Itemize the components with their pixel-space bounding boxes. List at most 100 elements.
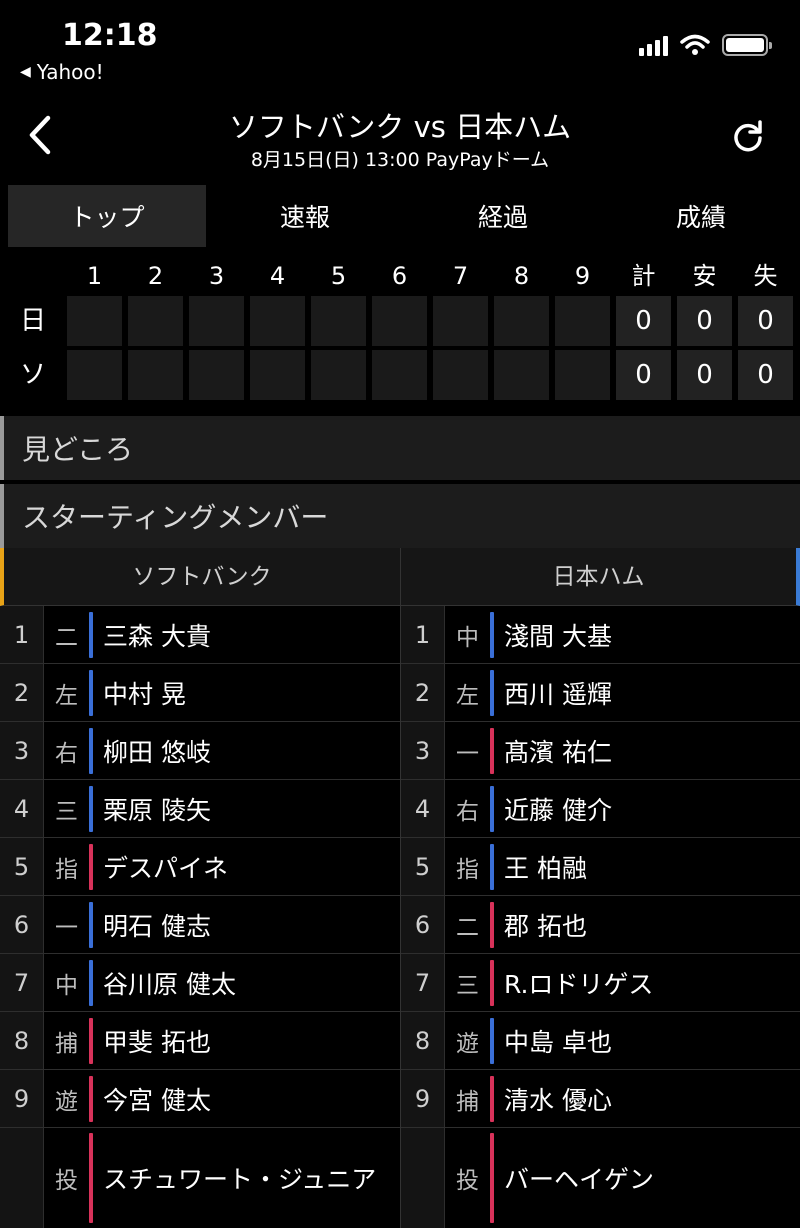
player-row[interactable]: 5 指デスパイネ — [0, 838, 400, 896]
player-row[interactable]: 8 遊中島 卓也 — [401, 1012, 800, 1070]
player-name[interactable]: 王 柏融 — [504, 838, 587, 895]
scoreboard-header-cell: 6 — [391, 262, 408, 290]
scoreboard-team-label: ソ — [19, 360, 46, 390]
scoreboard-inning-cell — [372, 350, 427, 400]
player-name[interactable]: 甲斐 拓也 — [103, 1012, 211, 1069]
player-row[interactable]: 1 二三森 大貴 — [0, 606, 400, 664]
cellular-signal-icon — [639, 34, 668, 56]
handedness-indicator — [89, 612, 93, 658]
player-name[interactable]: 三森 大貴 — [103, 606, 211, 663]
handedness-indicator — [89, 728, 93, 774]
player-row[interactable]: 7 中谷川原 健太 — [0, 954, 400, 1012]
player-row[interactable]: 2 左西川 遥輝 — [401, 664, 800, 722]
player-name[interactable]: R.ロドリゲス — [504, 954, 653, 1011]
player-position: 一 — [55, 914, 78, 941]
handedness-indicator — [490, 902, 494, 948]
player-name[interactable]: 清水 優心 — [504, 1070, 612, 1127]
highlights-section[interactable]: 見どころ — [0, 416, 800, 480]
starting-pitcher-row[interactable]: 投バーヘイゲン — [401, 1128, 800, 1228]
player-name[interactable]: デスパイネ — [103, 838, 228, 895]
player-row[interactable]: 3 一髙濱 祐仁 — [401, 722, 800, 780]
scoreboard-total-cell: 0 — [677, 296, 732, 346]
scoreboard-inning-cell — [555, 350, 610, 400]
handedness-indicator — [490, 1133, 494, 1223]
batting-order: 4 — [401, 780, 445, 837]
game-info: 8月15日(日) 13:00 PayPayドーム — [250, 149, 550, 171]
scoreboard-inning-cell — [250, 296, 305, 346]
status-bar: 12:18 ◀ Yahoo! — [0, 0, 800, 90]
player-row[interactable]: 9 遊今宮 健太 — [0, 1070, 400, 1128]
player-name[interactable]: 淺間 大基 — [504, 606, 612, 663]
player-name[interactable]: 栗原 陵矢 — [103, 780, 211, 837]
scoreboard-inning-cell — [433, 296, 488, 346]
player-row[interactable]: 6 一明石 健志 — [0, 896, 400, 954]
tab-progress[interactable]: 経過 — [404, 185, 602, 247]
player-position: 三 — [456, 972, 479, 999]
player-name[interactable]: 髙濱 祐仁 — [504, 722, 612, 779]
player-row[interactable]: 1 中淺間 大基 — [401, 606, 800, 664]
player-name[interactable]: 柳田 悠岐 — [103, 722, 211, 779]
player-row[interactable]: 7 三 R.ロドリゲス — [401, 954, 800, 1012]
handedness-indicator — [89, 844, 93, 890]
batting-order — [401, 1128, 445, 1228]
batting-order: 2 — [401, 664, 445, 721]
scoreboard-team-label: 日 — [19, 306, 46, 336]
handedness-indicator — [89, 1018, 93, 1064]
player-row[interactable]: 9 捕清水 優心 — [401, 1070, 800, 1128]
handedness-indicator — [490, 786, 494, 832]
handedness-indicator — [490, 670, 494, 716]
scoreboard-inning-cell — [128, 350, 183, 400]
player-row[interactable]: 4 右近藤 健介 — [401, 780, 800, 838]
player-row[interactable]: 5指王 柏融 — [401, 838, 800, 896]
scoreboard-inning-cell — [67, 296, 122, 346]
scoreboard-inning-cell — [372, 296, 427, 346]
batting-order — [0, 1128, 44, 1228]
player-name[interactable]: 郡 拓也 — [504, 896, 587, 953]
scoreboard-header-cell: 1 — [86, 262, 103, 290]
tab-live[interactable]: 速報 — [206, 185, 404, 247]
back-to-app-link[interactable]: ◀ Yahoo! — [20, 60, 104, 84]
player-position: 右 — [456, 798, 479, 825]
starting-lineup-section[interactable]: スターティングメンバー — [0, 484, 800, 548]
pitcher-name[interactable]: バーヘイゲン — [504, 1128, 654, 1228]
batting-order: 3 — [401, 722, 445, 779]
player-row[interactable]: 2 左中村 晃 — [0, 664, 400, 722]
scoreboard-inning-cell — [311, 350, 366, 400]
player-position: 二 — [55, 624, 78, 651]
player-name[interactable]: 西川 遥輝 — [504, 664, 612, 721]
tab-stats[interactable]: 成績 — [602, 185, 800, 247]
player-position: 投 — [55, 1168, 78, 1194]
pitcher-name[interactable]: スチュワート・ジュニア — [103, 1128, 376, 1228]
wifi-icon — [680, 34, 710, 55]
handedness-indicator — [89, 960, 93, 1006]
scoreboard-row-home: ソ 000 — [0, 350, 800, 400]
player-row[interactable]: 4 三栗原 陵矢 — [0, 780, 400, 838]
player-name[interactable]: 今宮 健太 — [103, 1070, 211, 1127]
starting-pitcher-row[interactable]: 投スチュワート・ジュニア — [0, 1128, 400, 1228]
home-team-header: ソフトバンク — [0, 548, 400, 606]
batting-order: 1 — [401, 606, 445, 663]
refresh-icon[interactable] — [730, 118, 766, 154]
player-row[interactable]: 3 右柳田 悠岐 — [0, 722, 400, 780]
player-name[interactable]: 近藤 健介 — [504, 780, 612, 837]
starting-lineups: ソフトバンク 日本ハム 1 二三森 大貴 2 左中村 晃 3 右柳田 悠岐 4 三栗原 陵矢 5… — [0, 548, 800, 1228]
player-name[interactable]: 中村 晃 — [103, 664, 186, 721]
player-row[interactable]: 8 捕甲斐 拓也 — [0, 1012, 400, 1070]
scoreboard-inning-cell — [311, 296, 366, 346]
page-title: ソフトバンク vs 日本ハム — [228, 110, 572, 144]
tab-top[interactable]: トップ — [8, 185, 206, 247]
player-position: 遊 — [456, 1030, 479, 1057]
scoreboard-header-cell: 計 — [631, 262, 656, 290]
scoreboard-header-cell: 2 — [147, 262, 164, 290]
away-team-header: 日本ハム — [400, 548, 800, 606]
player-row[interactable]: 6二郡 拓也 — [401, 896, 800, 954]
scoreboard-inning-cell — [494, 296, 549, 346]
player-name[interactable]: 中島 卓也 — [504, 1012, 612, 1069]
handedness-indicator — [89, 1076, 93, 1122]
batting-order: 5 — [401, 838, 445, 895]
player-name[interactable]: 明石 健志 — [103, 896, 211, 953]
player-position: 一 — [456, 740, 479, 767]
scoreboard-header: 1 2 3 4 5 6 7 8 9 計 安 失 — [0, 256, 800, 296]
batting-order: 6 — [0, 896, 44, 953]
player-name[interactable]: 谷川原 健太 — [103, 954, 236, 1011]
